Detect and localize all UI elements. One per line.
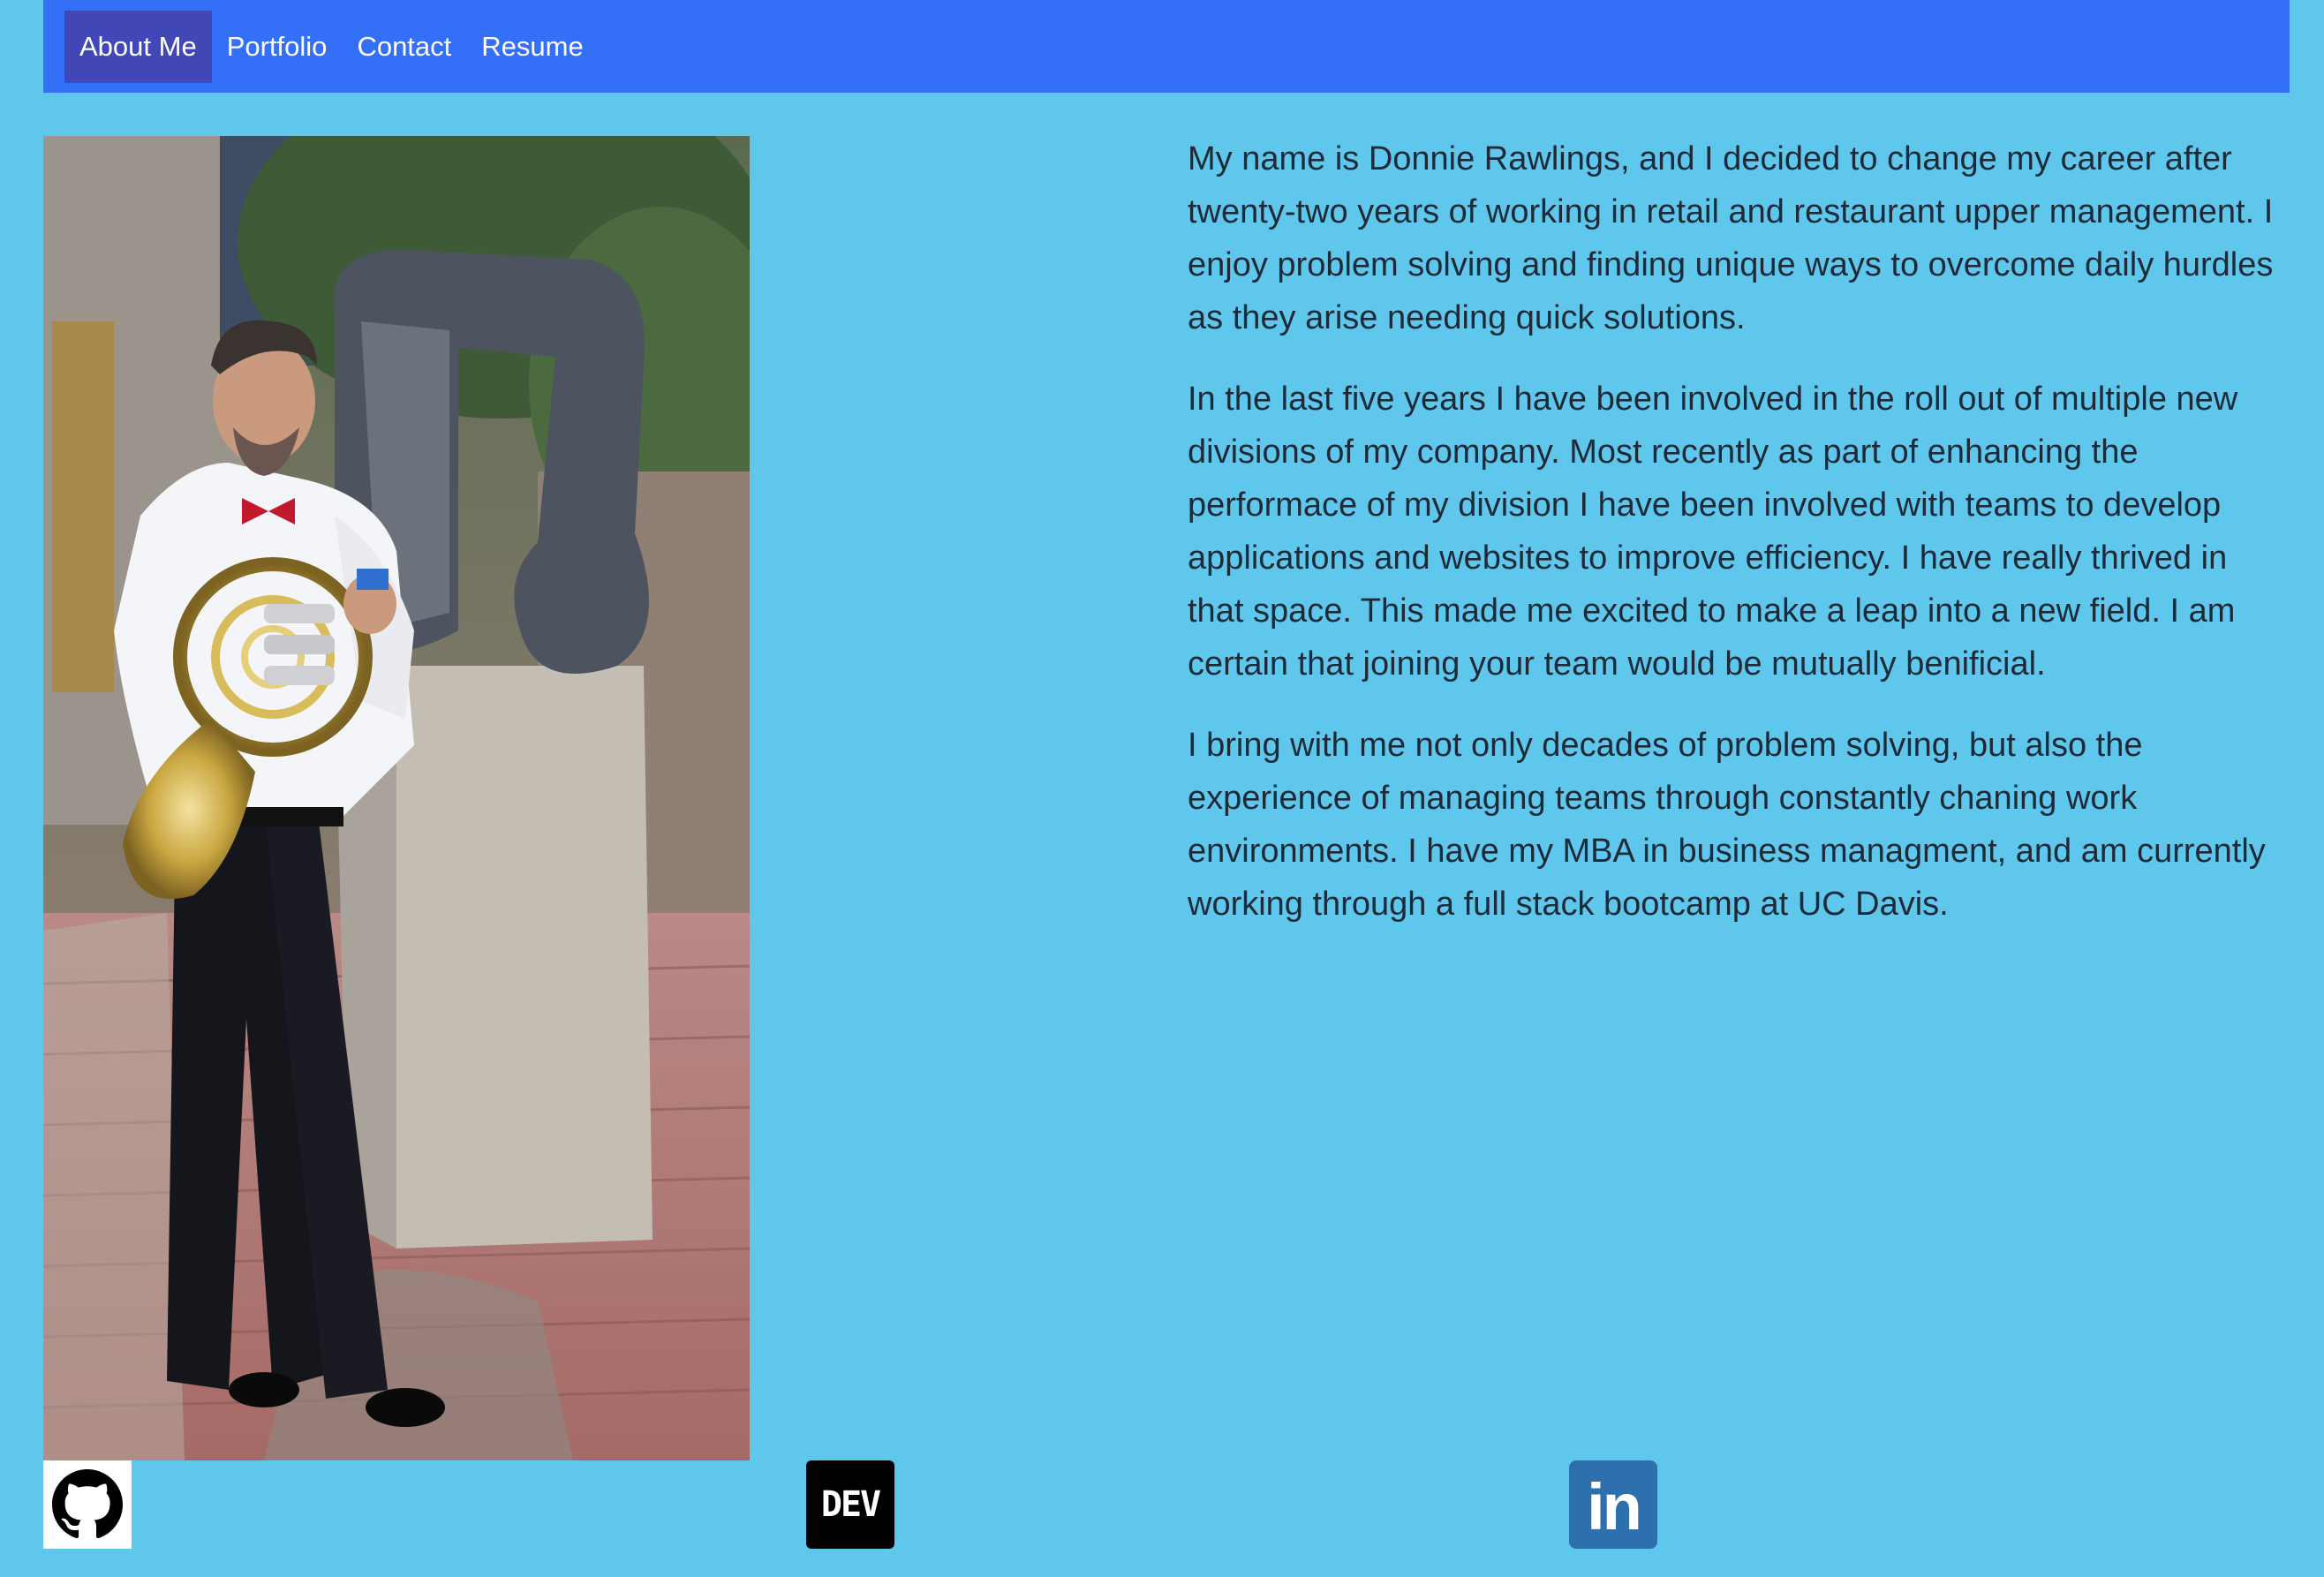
profile-photo <box>43 136 750 1460</box>
bio-paragraph-3: I bring with me not only decades of prob… <box>1188 727 2266 923</box>
nav-resume[interactable]: Resume <box>466 11 598 83</box>
nav-about-me[interactable]: About Me <box>64 10 212 83</box>
bio-paragraph-2: In the last five years I have been invol… <box>1188 381 2238 683</box>
linkedin-icon: in <box>1587 1469 1642 1543</box>
linkedin-link[interactable]: in <box>1569 1460 1657 1549</box>
dev-link[interactable]: DEV <box>806 1460 894 1549</box>
github-link[interactable] <box>43 1460 132 1549</box>
navbar: About Me Portfolio Contact Resume <box>43 0 2290 93</box>
nav-portfolio[interactable]: Portfolio <box>212 11 343 83</box>
bio-section: My name is Donnie Rawlings, and I decide… <box>1188 132 2282 959</box>
nav-contact[interactable]: Contact <box>342 11 466 83</box>
github-icon <box>52 1469 123 1539</box>
bio-paragraph-1: My name is Donnie Rawlings, and I decide… <box>1188 140 2274 336</box>
dev-icon: DEV <box>820 1484 881 1525</box>
